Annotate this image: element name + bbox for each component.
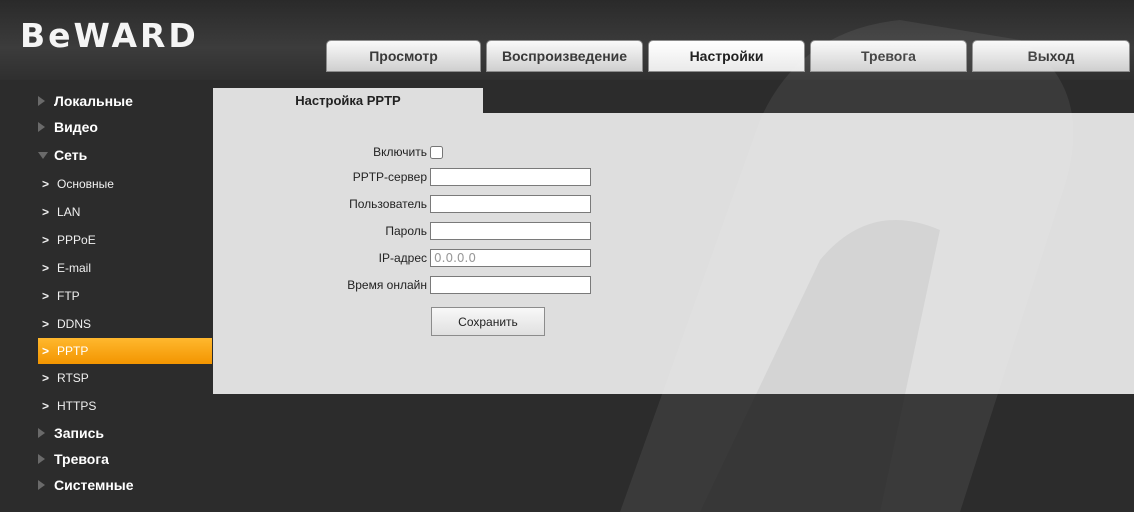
sidebar-item-label: Видео — [54, 119, 98, 135]
user-label: Пользователь — [349, 197, 427, 211]
sidebar-subitem-label: PPTP — [57, 344, 89, 358]
sidebar-subitem-label: PPPoE — [57, 233, 96, 247]
sidebar-subitem-pptp[interactable]: > PPTP — [38, 338, 212, 364]
sidebar-item-label: Системные — [54, 477, 134, 493]
chevron-right-icon: > — [42, 205, 50, 219]
sidebar-subitem-pppoe[interactable]: > PPPoE — [38, 226, 212, 254]
sidebar-subitem-label: Основные — [57, 177, 114, 191]
chevron-right-icon: > — [42, 371, 50, 385]
sidebar-item-local[interactable]: Локальные — [38, 88, 212, 114]
collapsed-arrow-icon — [38, 454, 45, 464]
user-row: Пользователь — [213, 193, 813, 215]
ip-row: IP-адрес — [213, 247, 813, 269]
collapsed-arrow-icon — [38, 96, 45, 106]
sidebar-subitem-label: DDNS — [57, 317, 92, 331]
tab-alarm[interactable]: Тревога — [810, 40, 967, 72]
sidebar-subitem-label: HTTPS — [57, 399, 97, 413]
sidebar-subitem-lan[interactable]: > LAN — [38, 198, 212, 226]
sidebar-subitem-rtsp[interactable]: > RTSP — [38, 364, 212, 392]
sidebar-subitem-basic[interactable]: > Основные — [38, 170, 212, 198]
tab-logout[interactable]: Выход — [972, 40, 1130, 72]
online-time-label: Время онлайн — [347, 278, 427, 292]
sidebar-item-label: Локальные — [54, 93, 133, 109]
enable-label: Включить — [373, 145, 427, 159]
chevron-right-icon: > — [42, 289, 50, 303]
sidebar-item-label: Запись — [54, 425, 105, 441]
sidebar-subitem-label: RTSP — [57, 371, 89, 385]
enable-checkbox[interactable] — [430, 146, 443, 159]
online-time-input[interactable] — [430, 276, 591, 294]
password-label: Пароль — [385, 224, 427, 238]
expanded-arrow-icon — [38, 151, 48, 159]
save-button[interactable]: Сохранить — [431, 307, 545, 336]
chevron-right-icon: > — [42, 177, 50, 191]
sidebar-subitem-https[interactable]: > HTTPS — [38, 392, 212, 420]
server-row: PPTP-сервер — [213, 166, 813, 188]
sidebar-item-network[interactable]: Сеть — [38, 140, 212, 170]
chevron-right-icon: > — [42, 399, 50, 413]
enable-row: Включить — [213, 141, 813, 163]
tab-playback[interactable]: Воспроизведение — [486, 40, 643, 72]
sidebar-subitem-email[interactable]: > E-mail — [38, 254, 212, 282]
sidebar-item-video[interactable]: Видео — [38, 114, 212, 140]
sidebar-item-system[interactable]: Системные — [38, 472, 212, 498]
ip-address-input[interactable] — [430, 249, 591, 267]
chevron-right-icon: > — [42, 233, 50, 247]
tab-settings[interactable]: Настройки — [648, 40, 805, 72]
collapsed-arrow-icon — [38, 122, 45, 132]
beward-logo: BeWARD — [20, 16, 199, 55]
sidebar-subitem-label: FTP — [57, 289, 80, 303]
sidebar-menu: Локальные Видео Сеть > Основные > LAN > … — [38, 88, 212, 498]
sidebar-item-record[interactable]: Запись — [38, 420, 212, 446]
sidebar-item-alarm[interactable]: Тревога — [38, 446, 212, 472]
sidebar-item-label: Сеть — [54, 147, 88, 163]
password-input[interactable] — [430, 222, 591, 240]
sidebar-subitem-label: E-mail — [57, 261, 92, 275]
server-label: PPTP-сервер — [352, 170, 427, 184]
chevron-right-icon: > — [42, 261, 50, 275]
chevron-right-icon: > — [42, 344, 50, 358]
sidebar-item-label: Тревога — [54, 451, 109, 467]
online-time-row: Время онлайн — [213, 274, 813, 296]
collapsed-arrow-icon — [38, 480, 45, 490]
password-row: Пароль — [213, 220, 813, 242]
chevron-right-icon: > — [42, 317, 50, 331]
username-input[interactable] — [430, 195, 591, 213]
main-nav-tabs: Просмотр Воспроизведение Настройки Трево… — [326, 40, 1134, 72]
sidebar-subitem-ddns[interactable]: > DDNS — [38, 310, 212, 338]
ip-label: IP-адрес — [378, 251, 427, 265]
sidebar-subitem-ftp[interactable]: > FTP — [38, 282, 212, 310]
panel-title: Настройка PPTP — [213, 88, 483, 113]
top-header: BeWARD Просмотр Воспроизведение Настройк… — [0, 0, 1134, 80]
tab-view[interactable]: Просмотр — [326, 40, 481, 72]
collapsed-arrow-icon — [38, 428, 45, 438]
sidebar-subitem-label: LAN — [57, 205, 81, 219]
pptp-server-input[interactable] — [430, 168, 591, 186]
settings-panel: Настройка PPTP Включить PPTP-сервер Поль… — [213, 88, 1134, 394]
